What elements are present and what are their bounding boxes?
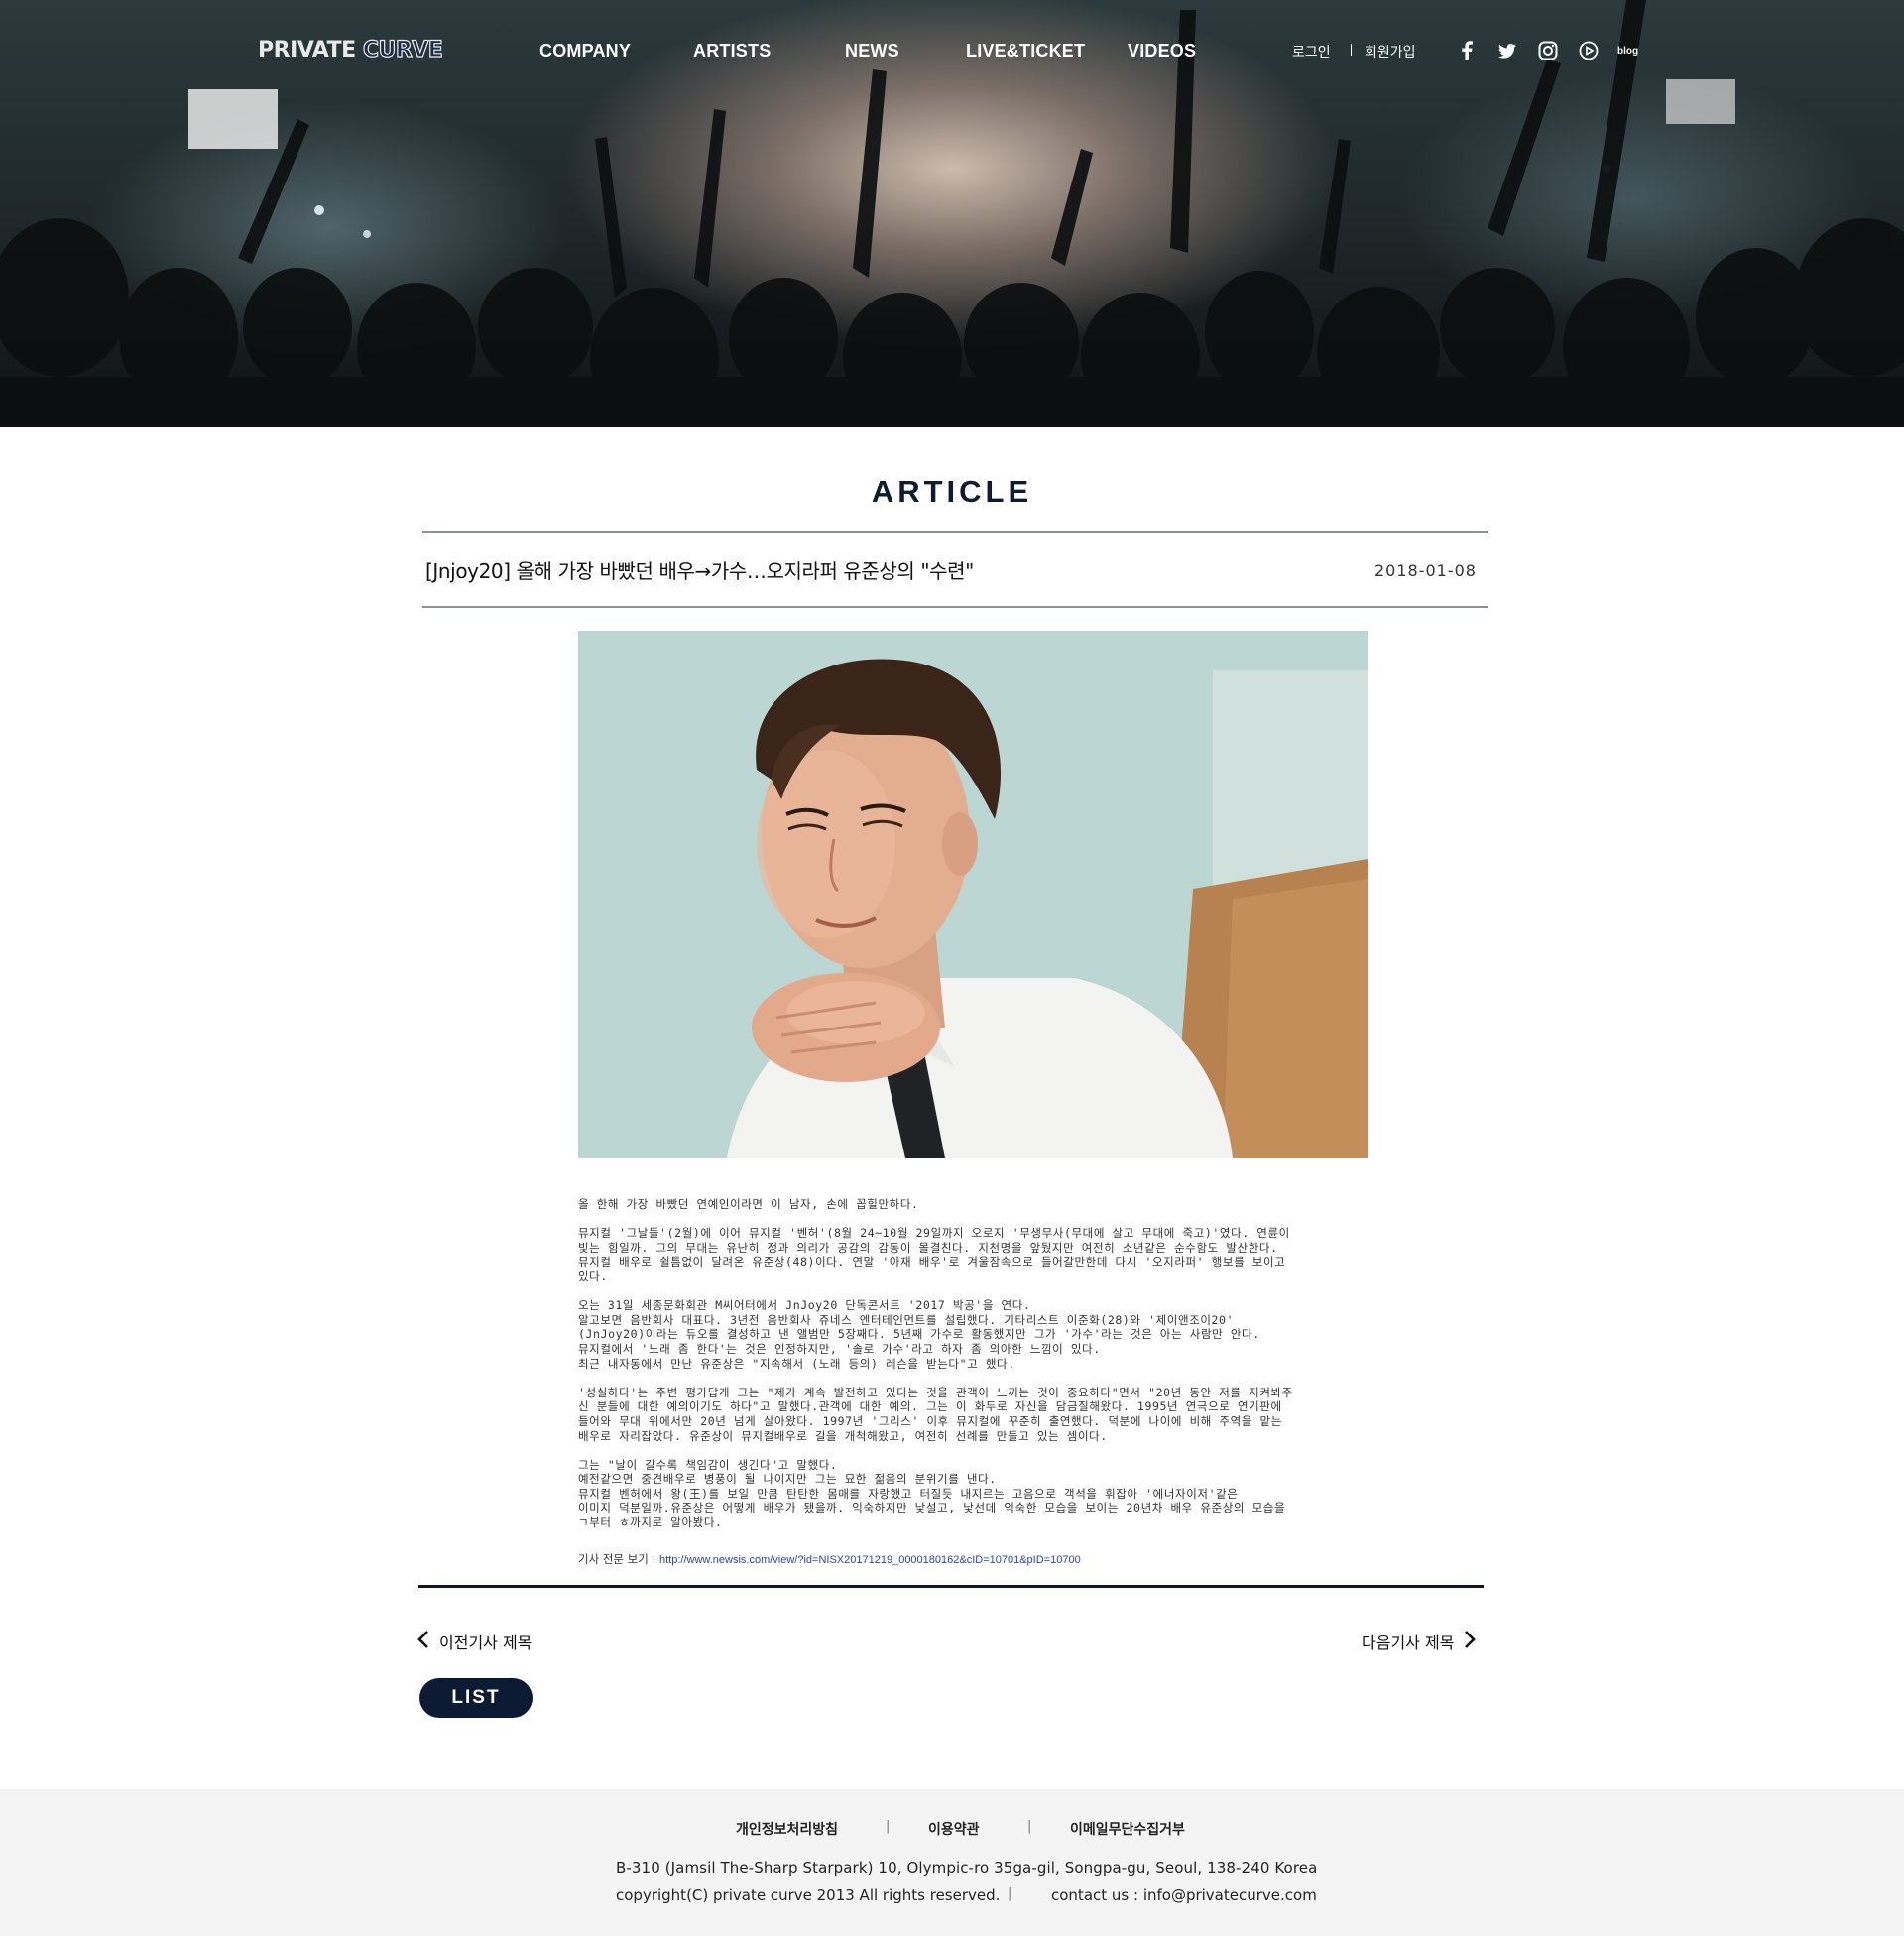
list-button[interactable]: LIST	[419, 1678, 533, 1718]
hero-banner: PRIVATE CURVE COMPANY ARTISTS NEWS LIVE&…	[0, 0, 1904, 427]
article-photo	[578, 631, 1368, 1158]
footer-copyright: copyright(C) private curve 2013 All righ…	[616, 1886, 1001, 1904]
next-article-label: 다음기사 제목	[1362, 1634, 1455, 1652]
blog-icon[interactable]: blog	[1617, 46, 1638, 57]
article-date: 2018-01-08	[1374, 561, 1477, 580]
article-paragraph: 그는 "날이 갈수록 책임감이 생긴다"고 말했다. 예전같으면 중견배우로 병…	[578, 1457, 1286, 1530]
footer-terms-link[interactable]: 이용약관	[928, 1819, 980, 1839]
twitter-icon[interactable]	[1496, 40, 1518, 61]
instagram-icon[interactable]	[1537, 40, 1559, 61]
article-bottom-divider	[418, 1585, 1484, 1588]
footer-divider: |	[886, 1819, 891, 1834]
footer-divider: |	[1027, 1819, 1032, 1834]
chevron-right-icon	[1464, 1630, 1477, 1653]
facebook-icon[interactable]	[1456, 40, 1478, 61]
article-body: 올 한해 가장 바빴던 연예인이라면 이 남자, 손에 꼽힐만하다. 뮤지컬 '…	[578, 1197, 1391, 1544]
private-curve-logo[interactable]: PRIVATE CURVE	[258, 37, 443, 62]
article-paragraph: 올 한해 가장 바빴던 연예인이라면 이 남자, 손에 꼽힐만하다.	[578, 1197, 919, 1211]
next-article-link[interactable]: 다음기사 제목	[1362, 1630, 1477, 1653]
login-link[interactable]: 로그인	[1292, 42, 1331, 61]
title-bottom-divider	[422, 606, 1488, 608]
nav-live-ticket[interactable]: LIVE&TICKET	[966, 41, 1085, 61]
source-label: 기사 전문 보기 :	[578, 1552, 659, 1566]
nav-artists[interactable]: ARTISTS	[693, 41, 771, 61]
youtube-icon[interactable]	[1578, 40, 1600, 61]
footer: 개인정보처리방침 | 이용약관 | 이메일무단수집거부 B-310 (Jamsi…	[0, 1789, 1904, 1936]
top-navigation: PRIVATE CURVE COMPANY ARTISTS NEWS LIVE&…	[0, 0, 1904, 103]
nav-news[interactable]: NEWS	[845, 41, 899, 61]
chevron-left-icon	[417, 1630, 429, 1653]
logo-text-right: CURVE	[362, 37, 443, 62]
page-title: ARTICLE	[871, 474, 1033, 509]
prev-article-link[interactable]: 이전기사 제목	[417, 1630, 532, 1653]
article-paragraph: 뮤지컬 '그날들'(2월)에 이어 뮤지컬 '벤허'(8월 24~10월 29일…	[578, 1226, 1290, 1283]
util-divider	[1351, 44, 1352, 56]
title-top-divider	[422, 531, 1488, 533]
nav-videos[interactable]: VIDEOS	[1128, 41, 1196, 61]
signup-link[interactable]: 회원가입	[1365, 42, 1416, 61]
footer-email-refusal-link[interactable]: 이메일무단수집거부	[1070, 1819, 1185, 1839]
nav-company[interactable]: COMPANY	[539, 41, 631, 61]
logo-text-left: PRIVATE	[258, 38, 356, 62]
footer-privacy-link[interactable]: 개인정보처리방침	[736, 1819, 838, 1839]
source-line: 기사 전문 보기 : http://www.newsis.com/view/?i…	[578, 1551, 1081, 1567]
source-link[interactable]: http://www.newsis.com/view/?id=NISX20171…	[659, 1554, 1081, 1566]
prev-article-label: 이전기사 제목	[439, 1634, 533, 1652]
article-paragraph: 오는 31일 세종문화회관 M씨어터에서 JnJoy20 단독콘서트 '2017…	[578, 1298, 1260, 1371]
footer-divider: |	[1008, 1886, 1012, 1901]
article-paragraph: '성실하다'는 주변 평가답게 그는 "제가 계속 발전하고 있다는 것을 관객…	[578, 1385, 1293, 1443]
footer-contact[interactable]: contact us : info@privatecurve.com	[1051, 1886, 1317, 1904]
footer-address: B-310 (Jamsil The-Sharp Starpark) 10, Ol…	[616, 1859, 1318, 1876]
article-title: [Jnjoy20] 올해 가장 바빴던 배우→가수…오지라퍼 유준상의 "수련"	[425, 559, 974, 583]
